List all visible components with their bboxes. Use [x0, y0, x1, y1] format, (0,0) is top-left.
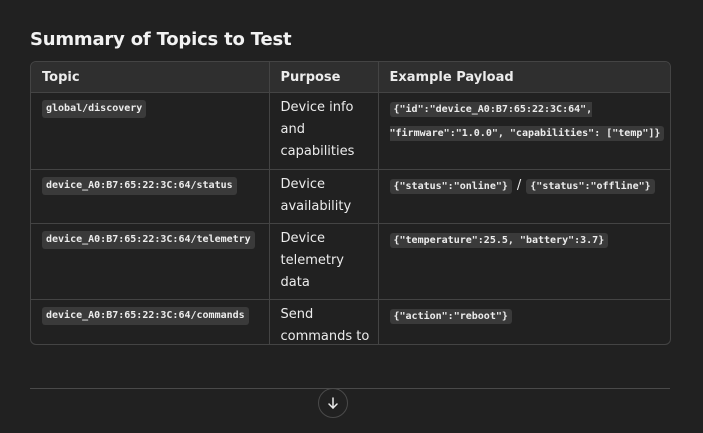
payload-cell: {"status":"online"} / {"status":"offline"} — [378, 169, 670, 224]
table-row: device_A0:B7:65:22:3C:64/commands Send c… — [31, 299, 670, 345]
scroll-to-bottom-button[interactable] — [318, 388, 348, 418]
topic-cell: device_A0:B7:65:22:3C:64/status — [31, 169, 270, 224]
topic-code: device_A0:B7:65:22:3C:64/telemetry — [42, 231, 255, 249]
topic-cell: device_A0:B7:65:22:3C:64/telemetry — [31, 223, 270, 300]
column-header-topic: Topic — [31, 62, 270, 93]
topic-code: device_A0:B7:65:22:3C:64/status — [42, 177, 237, 195]
topic-code: global/discovery — [42, 100, 147, 118]
payload-code: {"status":"online"} — [389, 179, 512, 194]
purpose-cell: Device telemetry data — [269, 223, 379, 300]
payload-code: {"temperature":25.5, "battery":3.7} — [389, 233, 609, 248]
divider — [30, 388, 670, 389]
arrow-down-icon — [328, 397, 338, 409]
topics-table: Topic Purpose Example Payload global/dis… — [30, 61, 671, 345]
payload-code: {"id":"device_A0:B7:65:22:3C:64", "firmw… — [389, 102, 665, 141]
purpose-cell: Device info and capabilities — [269, 92, 379, 170]
payload-separator: / — [516, 178, 522, 193]
payload-code: {"action":"reboot"} — [389, 309, 512, 324]
topic-cell: global/discovery — [31, 92, 270, 170]
payload-cell: {"id":"device_A0:B7:65:22:3C:64", "firmw… — [378, 92, 670, 170]
purpose-cell: Send commands to the device — [269, 299, 379, 344]
chat-page: Summary of Topics to Test Topic Purpose … — [0, 0, 703, 433]
topic-code: device_A0:B7:65:22:3C:64/commands — [42, 307, 249, 325]
column-header-example-payload: Example Payload — [378, 62, 670, 93]
payload-cell: {"action":"reboot"} — [378, 300, 670, 345]
section-heading: Summary of Topics to Test — [30, 29, 292, 50]
column-header-purpose: Purpose — [269, 62, 379, 93]
table-row: device_A0:B7:65:22:3C:64/telemetry Devic… — [31, 223, 670, 300]
table-row: global/discovery Device info and capabil… — [31, 92, 670, 170]
purpose-cell: Device availability — [269, 169, 379, 224]
topics-table-grid: Topic Purpose Example Payload global/dis… — [31, 62, 670, 345]
table-header-row: Topic Purpose Example Payload — [31, 62, 670, 93]
payload-code: {"status":"offline"} — [526, 179, 655, 194]
payload-cell: {"temperature":25.5, "battery":3.7} — [378, 223, 670, 300]
topic-cell: device_A0:B7:65:22:3C:64/commands — [31, 299, 270, 344]
table-row: device_A0:B7:65:22:3C:64/status Device a… — [31, 169, 670, 224]
